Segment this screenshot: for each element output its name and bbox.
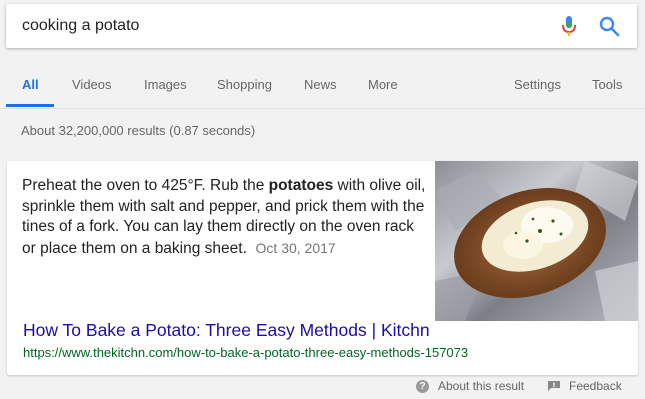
tab-news[interactable]: News — [304, 77, 337, 92]
snippet-bold: potatoes — [268, 177, 334, 194]
tab-tools[interactable]: Tools — [592, 77, 622, 92]
tab-settings[interactable]: Settings — [514, 77, 561, 92]
search-input[interactable]: cooking a potato — [22, 17, 139, 35]
search-icon[interactable] — [598, 15, 620, 37]
tab-images[interactable]: Images — [144, 77, 187, 92]
search-tabs: All Videos Images Shopping News More Set… — [0, 62, 645, 109]
snippet-before: Preheat the oven to 425°F. Rub the — [22, 177, 269, 194]
snippet-text: Preheat the oven to 425°F. Rub the potat… — [22, 176, 427, 259]
feedback-link[interactable]: Feedback — [569, 379, 622, 393]
search-bar[interactable]: cooking a potato — [6, 4, 637, 48]
result-title-link[interactable]: How To Bake a Potato: Three Easy Methods… — [23, 320, 430, 341]
tab-all[interactable]: All — [22, 77, 39, 92]
about-this-result-link[interactable]: About this result — [438, 379, 524, 393]
active-tab-indicator — [6, 104, 54, 107]
feedback-icon[interactable] — [548, 381, 560, 391]
question-icon[interactable]: ? — [416, 380, 429, 393]
snippet-date: Oct 30, 2017 — [255, 239, 336, 256]
result-stats: About 32,200,000 results (0.87 seconds) — [21, 123, 256, 138]
tab-more[interactable]: More — [368, 77, 398, 92]
featured-snippet: Preheat the oven to 425°F. Rub the potat… — [7, 161, 638, 375]
microphone-icon[interactable] — [559, 15, 579, 37]
tab-videos[interactable]: Videos — [72, 77, 112, 92]
tab-shopping[interactable]: Shopping — [217, 77, 272, 92]
baked-potato-image[interactable] — [435, 161, 638, 321]
result-url[interactable]: https://www.thekitchn.com/how-to-bake-a-… — [23, 345, 468, 360]
